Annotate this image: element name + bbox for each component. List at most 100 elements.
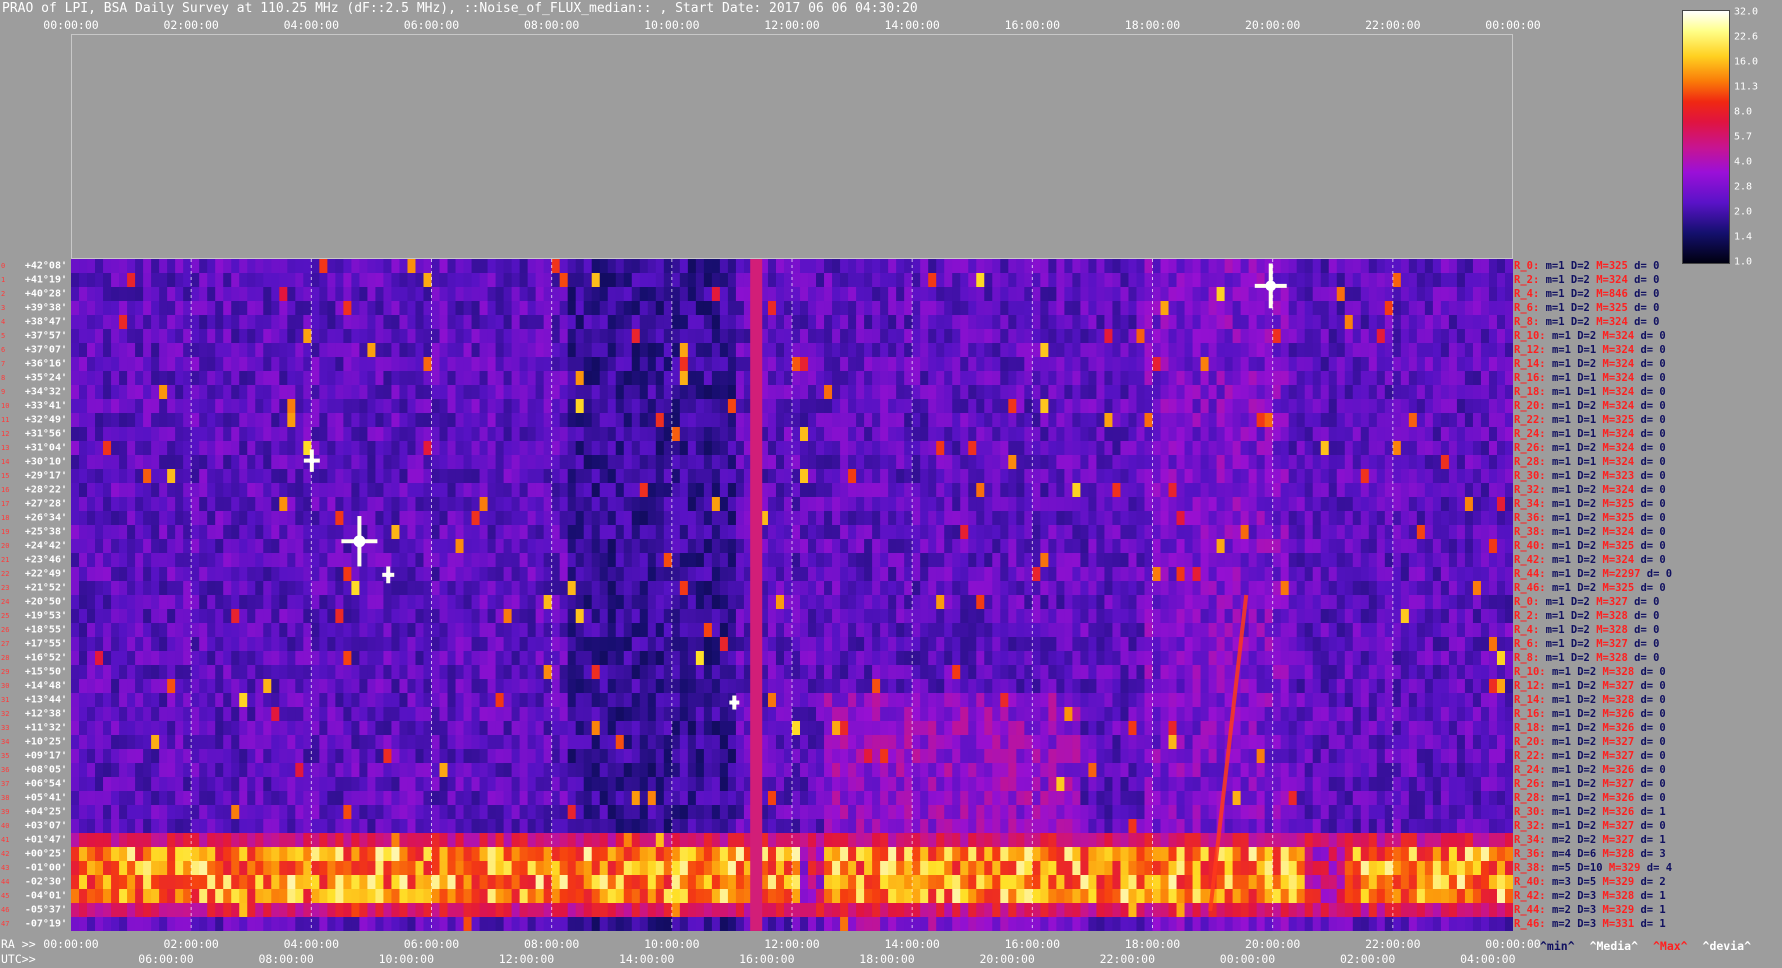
heatmap-cell bbox=[1432, 567, 1442, 582]
heatmap-cell bbox=[671, 623, 681, 638]
heatmap-cell bbox=[471, 623, 481, 638]
heatmap-cell bbox=[1376, 567, 1386, 582]
heatmap-cell bbox=[1272, 581, 1282, 596]
heatmap-cell bbox=[1440, 343, 1450, 358]
heatmap-cell bbox=[1200, 455, 1210, 470]
top-axis-tick: 10:00:00 bbox=[644, 18, 700, 32]
heatmap-cell bbox=[936, 343, 945, 358]
heatmap-cell bbox=[399, 329, 409, 344]
heatmap-cell bbox=[1408, 623, 1418, 638]
heatmap-cell bbox=[1504, 273, 1513, 288]
heatmap-cell bbox=[1024, 371, 1033, 386]
heatmap-cell bbox=[1056, 595, 1065, 610]
heatmap-cell bbox=[103, 469, 112, 484]
heatmap-cell bbox=[1136, 385, 1146, 400]
heatmap-cell bbox=[375, 441, 385, 456]
heatmap-cell bbox=[1344, 273, 1354, 288]
heatmap-cell bbox=[800, 455, 809, 470]
heatmap-cell bbox=[872, 357, 881, 372]
heatmap-cell bbox=[1168, 413, 1178, 428]
heatmap-cell bbox=[1136, 413, 1146, 428]
heatmap-cell bbox=[984, 441, 993, 456]
heatmap-cell bbox=[1296, 259, 1306, 274]
heatmap-cell bbox=[583, 371, 593, 386]
heatmap-cell bbox=[1168, 595, 1178, 610]
heatmap-cell bbox=[872, 371, 881, 386]
declination-label: +04°25' bbox=[24, 806, 67, 818]
heatmap-cell bbox=[647, 483, 657, 498]
heatmap-cell bbox=[407, 329, 417, 344]
heatmap-cell bbox=[816, 609, 825, 624]
heatmap-cell bbox=[735, 553, 745, 568]
heatmap-cell bbox=[912, 483, 921, 498]
heatmap-cell bbox=[1096, 497, 1106, 512]
heatmap-cell bbox=[1504, 609, 1513, 624]
heatmap-cell bbox=[1288, 567, 1298, 582]
heatmap-cell bbox=[407, 595, 417, 610]
heatmap-cell bbox=[423, 441, 433, 456]
heatmap-cell bbox=[439, 595, 449, 610]
heatmap-cell bbox=[591, 371, 601, 386]
heatmap-cell bbox=[591, 483, 601, 498]
heatmap-cell bbox=[808, 273, 817, 288]
heatmap-cell bbox=[1424, 385, 1434, 400]
heatmap-cell bbox=[623, 329, 633, 344]
heatmap-cell bbox=[639, 329, 649, 344]
heatmap-cell bbox=[543, 259, 553, 274]
heatmap-cell bbox=[519, 413, 529, 428]
heatmap-cell bbox=[896, 329, 905, 344]
heatmap-cell bbox=[992, 427, 1001, 442]
heatmap-cell bbox=[439, 301, 449, 316]
heatmap-cell bbox=[1088, 427, 1098, 442]
declination-label: -07°19' bbox=[24, 918, 67, 930]
heatmap-cell bbox=[95, 413, 104, 428]
heatmap-cell bbox=[367, 385, 377, 400]
heatmap-cell bbox=[808, 259, 817, 274]
heatmap-cell bbox=[399, 609, 409, 624]
heatmap-cell bbox=[503, 581, 513, 596]
heatmap-cell bbox=[111, 273, 120, 288]
heatmap-cell bbox=[191, 301, 200, 316]
heatmap-cell bbox=[159, 301, 168, 316]
heatmap-cell bbox=[559, 399, 569, 414]
heatmap-cell bbox=[183, 469, 192, 484]
heatmap-cell bbox=[1000, 483, 1009, 498]
heatmap-cell bbox=[335, 357, 344, 372]
heatmap-cell bbox=[1496, 301, 1506, 316]
declination-index: 21 bbox=[1, 556, 10, 564]
heatmap-cell bbox=[423, 623, 433, 638]
heatmap-cell bbox=[255, 609, 264, 624]
heatmap-cell bbox=[936, 427, 945, 442]
heatmap-cell bbox=[199, 301, 208, 316]
heatmap-cell bbox=[1072, 525, 1081, 540]
heatmap-cell bbox=[1088, 329, 1098, 344]
heatmap-cell bbox=[976, 259, 985, 274]
heatmap-cell bbox=[359, 329, 369, 344]
heatmap-cell bbox=[199, 413, 208, 428]
heatmap-cell bbox=[191, 539, 200, 554]
heatmap-cell bbox=[663, 595, 673, 610]
heatmap-cell bbox=[487, 525, 497, 540]
heatmap-cell bbox=[71, 301, 80, 316]
heatmap-cell bbox=[1088, 413, 1098, 428]
heatmap-cell bbox=[319, 497, 328, 512]
heatmap-cell bbox=[952, 287, 961, 302]
heatmap-cell bbox=[471, 343, 481, 358]
heatmap-cell bbox=[439, 553, 449, 568]
heatmap-cell bbox=[495, 287, 505, 302]
heatmap-cell bbox=[567, 399, 577, 414]
heatmap-cell bbox=[87, 623, 96, 638]
heatmap-cell bbox=[856, 343, 865, 358]
heatmap-cell bbox=[423, 455, 433, 470]
heatmap-cell bbox=[1104, 273, 1114, 288]
heatmap-cell bbox=[151, 259, 160, 274]
heatmap-cell bbox=[519, 357, 529, 372]
heatmap-cell bbox=[800, 413, 809, 428]
heatmap-cell bbox=[1056, 623, 1065, 638]
heatmap-cell bbox=[1312, 553, 1322, 568]
heatmap-cell bbox=[1392, 399, 1402, 414]
heatmap-cell bbox=[1152, 385, 1162, 400]
heatmap-cell bbox=[912, 455, 921, 470]
heatmap-cell bbox=[423, 427, 433, 442]
heatmap-cell bbox=[1144, 329, 1154, 344]
